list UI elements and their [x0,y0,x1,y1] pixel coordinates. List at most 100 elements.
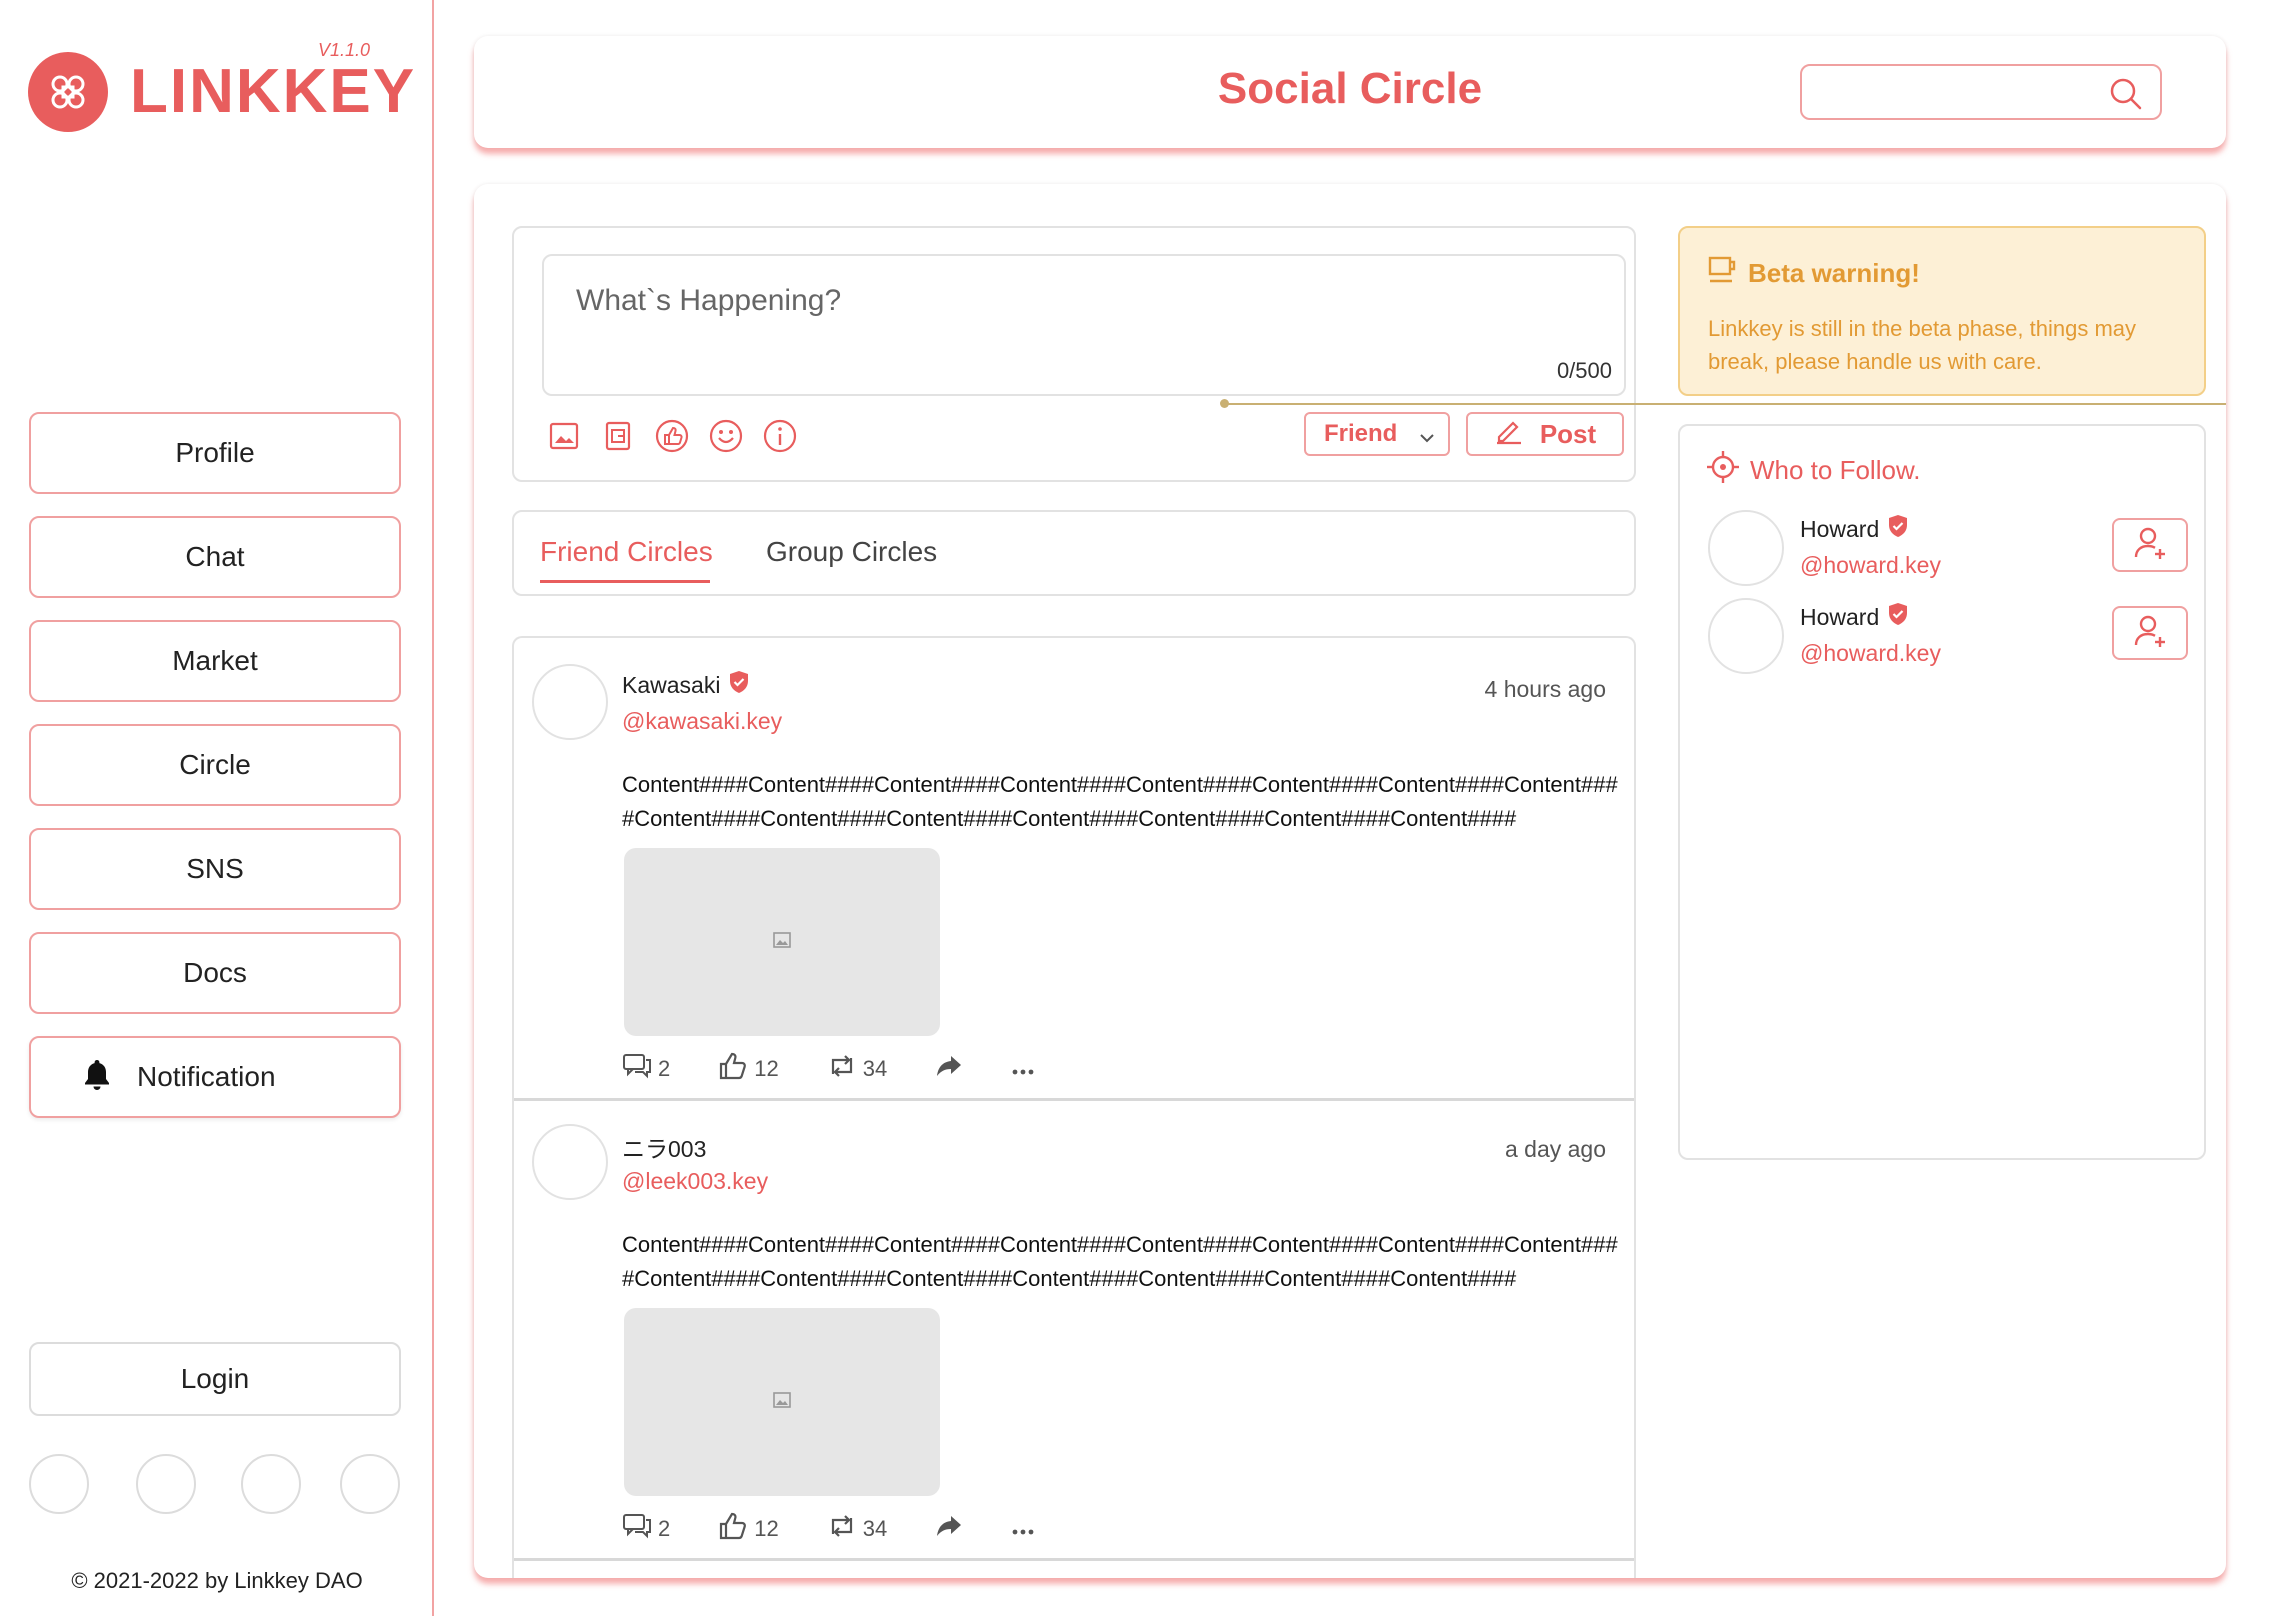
share-button[interactable] [935,1514,963,1544]
post-timestamp: a day ago [1504,1136,1606,1162]
composer-textarea[interactable]: What`s Happening? 0/500 [542,254,1626,396]
beta-warning-title: Beta warning! [1708,256,1920,291]
post-item: Kawasaki @kawasaki.key 4 hours ago Conte… [514,638,1634,1098]
follow-button[interactable] [2112,606,2188,660]
more-button[interactable] [1011,1516,1035,1542]
tab-group-circles[interactable]: Group Circles [766,536,937,568]
sidebar-item-chat[interactable]: Chat [29,516,401,598]
post-image[interactable] [624,848,940,1036]
image-icon[interactable] [544,416,584,456]
copyright: © 2021-2022 by Linkkey DAO [71,1568,363,1593]
post-author-name: ニラ003 [622,1136,707,1162]
post-content: Content####Content####Content####Content… [622,1232,1618,1291]
follow-user-handle[interactable]: @howard.key [1800,552,1941,579]
brand[interactable]: LINKKEY V1.1.0 [28,40,414,138]
guide-line [1226,403,2226,405]
repost-count: 34 [862,1516,888,1541]
follow-user-handle[interactable]: @howard.key [1800,640,1941,667]
tab-friend-circles[interactable]: Friend Circles [540,536,713,568]
active-tab-indicator [540,580,710,583]
social-link-3[interactable] [241,1454,301,1514]
comment-button[interactable]: 2 [622,1053,670,1085]
beta-warning-title-text: Beta warning! [1748,258,1920,288]
sidebar-item-label: Circle [179,749,251,780]
audience-select[interactable]: Friend [1304,412,1450,456]
verified-icon [1887,602,1909,632]
more-icon [1011,1056,1035,1082]
sidebar-item-label: Docs [183,957,247,988]
repost-icon [827,1514,857,1544]
gif-icon[interactable] [598,416,638,456]
verified-icon [1887,514,1909,544]
avatar[interactable] [532,1124,608,1200]
follow-user-name: Howard [1800,515,1880,542]
sidebar-item-docs[interactable]: Docs [29,932,401,1014]
social-link-4[interactable] [340,1454,400,1514]
comment-count: 2 [658,1056,671,1081]
notification-button[interactable]: Notification [29,1036,401,1118]
sidebar-item-label: Market [172,645,258,676]
info-icon[interactable] [760,416,800,456]
more-icon [1011,1516,1035,1542]
post-author: ニラ003 [622,1130,706,1164]
app-root: LINKKEY V1.1.0 Profile Chat Market Circl… [0,0,2269,1616]
post-image[interactable] [624,1308,940,1496]
brand-name: LINKKEY [130,57,417,126]
notification-label: Notification [137,1061,276,1092]
chevron-down-icon [1418,426,1436,454]
sidebar-item-label: SNS [186,853,244,884]
verified-icon [728,670,750,700]
avatar[interactable] [1708,510,1784,586]
repost-button[interactable]: 34 [827,1514,887,1544]
share-icon [935,1514,963,1544]
comment-button[interactable]: 2 [622,1513,670,1545]
main-panel: What`s Happening? 0/500 Friend Post Frie… [474,184,2226,1578]
repost-icon [827,1054,857,1084]
like-count: 12 [754,1056,779,1081]
share-button[interactable] [935,1054,963,1084]
follow-user: Howard [1800,602,1909,632]
repost-count: 34 [862,1056,888,1081]
more-button[interactable] [1011,1056,1035,1082]
avatar[interactable] [1708,598,1784,674]
coffee-cup-icon [1708,256,1738,291]
comment-count: 2 [658,1516,671,1541]
like-icon[interactable] [652,416,692,456]
post-button[interactable]: Post [1466,412,1624,456]
top-header: Social Circle [474,36,2226,148]
social-link-1[interactable] [29,1454,89,1514]
like-button[interactable]: 12 [718,1051,779,1087]
search-icon[interactable] [2108,76,2144,112]
follow-suggestion: Howard @howard.key [1708,510,2188,590]
sidebar-item-profile[interactable]: Profile [29,412,401,494]
sidebar-item-sns[interactable]: SNS [29,828,401,910]
login-button[interactable]: Login [29,1342,401,1416]
post-button-label: Post [1539,418,1597,449]
beta-warning: Beta warning! Linkkey is still in the be… [1678,226,2206,396]
social-link-2[interactable] [136,1454,196,1514]
login-label: Login [180,1363,250,1394]
pencil-icon [1494,417,1524,452]
post-author-handle[interactable]: @kawasaki.key [622,708,782,735]
post-actions: 2 12 34 [622,1052,1083,1086]
post-author-handle[interactable]: @leek003.key [622,1168,768,1195]
post-feed: Kawasaki @kawasaki.key 4 hours ago Conte… [512,636,1636,1578]
character-counter: 0/500 [1556,358,1612,383]
sidebar-item-market[interactable]: Market [29,620,401,702]
thumbs-up-icon [718,1051,748,1087]
composer-placeholder: What`s Happening? [576,284,842,317]
search-input[interactable] [1816,76,2096,108]
follow-user-name: Howard [1800,603,1880,630]
search-box[interactable] [1800,64,2162,120]
post-item: ニラ003 @leek003.key a day ago Content####… [514,1098,1634,1558]
sidebar-item-label: Chat [185,541,245,572]
post-timestamp: 4 hours ago [1484,676,1606,702]
sidebar-item-circle[interactable]: Circle [29,724,401,806]
emoji-icon[interactable] [706,416,746,456]
avatar[interactable] [532,664,608,740]
repost-button[interactable]: 34 [827,1054,887,1084]
like-button[interactable]: 12 [718,1511,779,1547]
follow-button[interactable] [2112,518,2188,572]
sidebar-item-label: Profile [175,437,255,468]
who-to-follow-title-text: Who to Follow. [1750,455,1921,485]
